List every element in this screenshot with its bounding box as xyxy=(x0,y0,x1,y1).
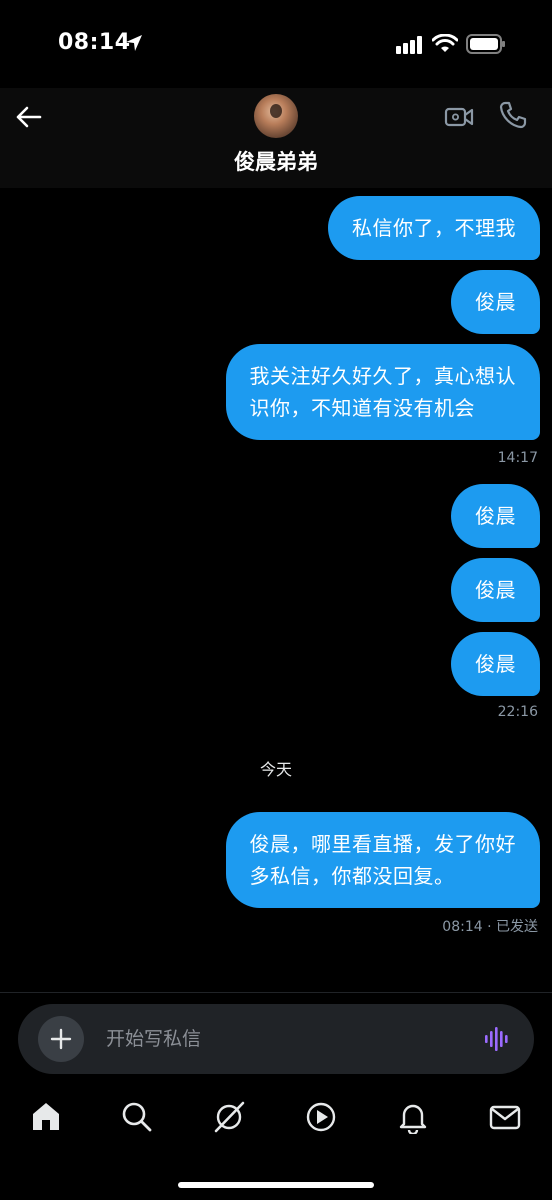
plus-icon xyxy=(50,1028,72,1050)
message-composer xyxy=(18,1004,534,1074)
notifications-icon[interactable] xyxy=(396,1100,430,1134)
message-bubble[interactable]: 俊晨 xyxy=(451,270,540,334)
signal-bars-icon xyxy=(396,36,422,54)
video-call-icon[interactable] xyxy=(444,104,474,130)
wifi-icon xyxy=(432,34,458,52)
grok-icon[interactable] xyxy=(212,1100,246,1134)
status-bar: 08:14 xyxy=(0,0,552,88)
phone-call-icon[interactable] xyxy=(498,100,528,130)
message-input[interactable] xyxy=(106,1004,466,1074)
message-bubble[interactable]: 俊晨 xyxy=(451,558,540,622)
message-status: 08:14 · 已发送 xyxy=(442,919,538,935)
message-timestamp: 22:16 xyxy=(497,704,538,720)
home-icon[interactable] xyxy=(29,1100,63,1134)
status-time: 08:14 xyxy=(58,30,131,55)
location-arrow-icon xyxy=(126,35,142,51)
video-icon[interactable] xyxy=(304,1100,338,1134)
messages-icon[interactable] xyxy=(488,1100,522,1134)
divider xyxy=(0,992,552,993)
conversation-header: 俊晨弟弟 xyxy=(0,88,552,188)
battery-icon xyxy=(466,34,505,54)
back-arrow-icon[interactable] xyxy=(14,104,44,130)
bottom-tab-bar xyxy=(0,1086,552,1156)
message-bubble[interactable]: 俊晨，哪里看直播，发了你好 多私信，你都没回复。 xyxy=(225,812,540,908)
message-bubble[interactable]: 俊晨 xyxy=(451,484,540,548)
avatar[interactable] xyxy=(254,94,298,138)
voice-message-icon[interactable] xyxy=(484,1026,510,1052)
message-bubble[interactable]: 私信你了，不理我 xyxy=(328,196,540,260)
add-media-button[interactable] xyxy=(38,1016,84,1062)
search-icon[interactable] xyxy=(120,1100,154,1134)
message-bubble[interactable]: 我关注好久好久了，真心想认 识你，不知道有没有机会 xyxy=(225,344,540,440)
contact-name[interactable]: 俊晨弟弟 xyxy=(0,146,552,176)
message-timestamp: 14:17 xyxy=(497,450,538,466)
message-bubble[interactable]: 俊晨 xyxy=(451,632,540,696)
day-divider: 今天 xyxy=(259,760,292,779)
home-indicator[interactable] xyxy=(178,1182,374,1188)
